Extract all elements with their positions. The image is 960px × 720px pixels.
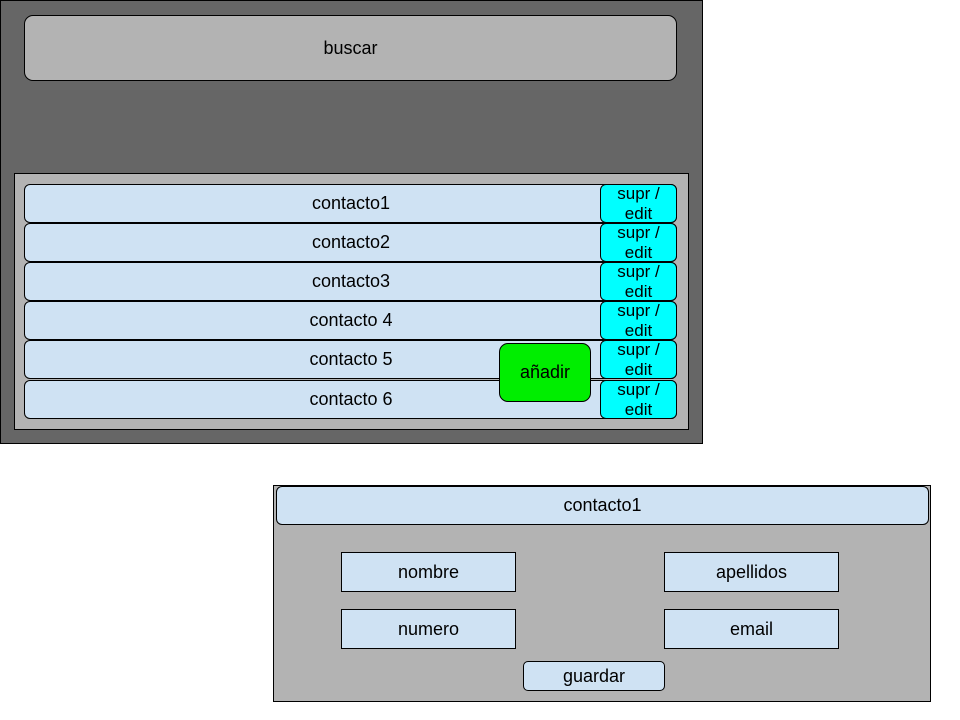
button-label-line: edit — [624, 242, 653, 262]
nombre-label: nombre — [397, 561, 460, 582]
button-label-line: supr / — [617, 261, 660, 281]
nombre-field[interactable]: nombre — [341, 552, 516, 592]
email-label: email — [729, 618, 773, 639]
button-label-line: supr / — [617, 300, 660, 320]
button-label-line: edit — [624, 359, 653, 379]
delete-edit-button[interactable]: supr / edit — [600, 262, 677, 301]
contact-name: contacto 4 — [309, 310, 393, 330]
search-label: buscar — [323, 37, 378, 58]
contact-row[interactable]: contacto3 — [24, 262, 677, 301]
button-label-line: supr / — [617, 379, 660, 399]
numero-field[interactable]: numero — [341, 609, 516, 649]
contact-detail-title: contacto1 — [276, 486, 929, 525]
contact-detail-name: contacto1 — [563, 495, 642, 515]
button-label-line: edit — [624, 281, 653, 301]
delete-edit-button[interactable]: supr / edit — [600, 301, 677, 340]
contact-row[interactable]: contacto1 — [24, 184, 677, 223]
contact-name: contacto1 — [311, 193, 391, 213]
apellidos-label: apellidos — [715, 561, 788, 582]
button-label-line: edit — [624, 399, 653, 419]
email-field[interactable]: email — [664, 609, 839, 649]
button-label-line: supr / — [617, 339, 660, 359]
button-label-line: edit — [624, 320, 653, 340]
delete-edit-button[interactable]: supr / edit — [600, 340, 677, 379]
contact-row[interactable]: contacto 4 — [24, 301, 677, 340]
delete-edit-button[interactable]: supr / edit — [600, 380, 677, 419]
add-contact-label: añadir — [519, 362, 571, 382]
search-bar[interactable]: buscar — [24, 15, 677, 81]
delete-edit-button[interactable]: supr / edit — [600, 223, 677, 262]
contact-row[interactable]: contacto2 — [24, 223, 677, 262]
save-button[interactable]: guardar — [523, 661, 665, 691]
contact-name: contacto2 — [311, 232, 391, 252]
button-label-line: supr / — [617, 222, 660, 242]
save-label: guardar — [562, 665, 626, 686]
button-label-line: edit — [624, 203, 653, 223]
button-label-line: supr / — [617, 183, 660, 203]
delete-edit-button[interactable]: supr / edit — [600, 184, 677, 223]
add-contact-button[interactable]: añadir — [499, 343, 591, 402]
numero-label: numero — [397, 618, 460, 639]
apellidos-field[interactable]: apellidos — [664, 552, 839, 592]
contact-name: contacto3 — [311, 271, 391, 291]
